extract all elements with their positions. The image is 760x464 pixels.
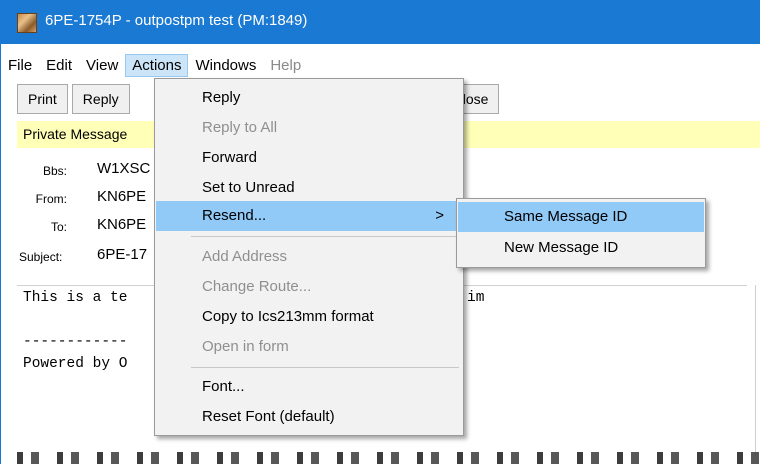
menu-bar: File Edit View Actions Windows Help	[1, 52, 760, 78]
submenu-item-label: Same Message ID	[504, 208, 628, 225]
submenu-item-same-message-id[interactable]: Same Message ID	[458, 202, 704, 232]
menu-item-label: Reset Font (default)	[202, 408, 335, 425]
to-value[interactable]: KN6PE	[97, 216, 146, 233]
menu-edit[interactable]: Edit	[39, 54, 79, 77]
menu-item-forward[interactable]: Forward	[156, 143, 462, 173]
resend-submenu: Same Message ID New Message ID	[456, 198, 706, 268]
menu-separator	[191, 367, 459, 368]
menu-windows[interactable]: Windows	[188, 54, 263, 77]
menu-item-font[interactable]: Font...	[156, 372, 462, 402]
menu-item-label: Change Route...	[202, 278, 312, 295]
scrollbar[interactable]	[755, 285, 760, 455]
menu-item-label: Reply	[202, 89, 241, 106]
menu-view[interactable]: View	[79, 54, 125, 77]
menu-item-copy-to-ics213mm[interactable]: Copy to Ics213mm format	[156, 302, 462, 332]
window-title: 6PE-1754P - outpostpm test (PM:1849)	[45, 12, 308, 29]
bbs-value[interactable]: W1XSC	[97, 160, 150, 177]
menu-file[interactable]: File	[1, 54, 39, 77]
menu-help[interactable]: Help	[263, 54, 308, 77]
menu-item-label: Forward	[202, 149, 258, 166]
menu-item-resend[interactable]: Resend... >	[156, 201, 462, 231]
print-button[interactable]: Print	[17, 84, 68, 114]
menu-item-reset-font[interactable]: Reset Font (default)	[156, 402, 462, 432]
menu-item-change-route[interactable]: Change Route...	[156, 272, 462, 302]
menu-actions[interactable]: Actions	[125, 53, 189, 77]
menu-item-label: Resend...	[202, 207, 267, 224]
menu-item-label: Add Address	[202, 248, 288, 265]
subject-value[interactable]: 6PE-17	[97, 246, 147, 263]
app-icon	[17, 13, 37, 33]
menu-item-label: Reply to All	[202, 119, 278, 136]
chevron-right-icon: >	[435, 207, 444, 224]
menu-item-label: Font...	[202, 378, 245, 395]
body-line-2: ------------	[23, 334, 128, 350]
to-label: To:	[50, 220, 67, 234]
actions-dropdown-menu: Reply Reply to All Forward Set to Unread…	[154, 78, 464, 436]
menu-item-label: Copy to Ics213mm format	[202, 308, 374, 325]
body-line-3: Powered by O	[23, 356, 128, 372]
reply-button[interactable]: Reply	[71, 84, 130, 114]
from-label: From:	[35, 192, 67, 206]
bbs-label: Bbs:	[42, 164, 67, 178]
title-bar[interactable]: 6PE-1754P - outpostpm test (PM:1849)	[1, 0, 760, 44]
body-line-1: This is a te	[23, 290, 128, 306]
menu-item-reply[interactable]: Reply	[156, 83, 462, 113]
body-line-1-tail: im	[467, 290, 485, 306]
menu-separator	[191, 236, 459, 237]
menu-item-reply-to-all[interactable]: Reply to All	[156, 113, 462, 143]
from-value[interactable]: KN6PE	[97, 188, 146, 205]
cropped-content-strip	[17, 452, 760, 464]
menu-item-set-to-unread[interactable]: Set to Unread	[156, 173, 462, 203]
menu-item-label: Set to Unread	[202, 179, 295, 196]
menu-item-label: Open in form	[202, 338, 289, 355]
menu-item-open-in-form[interactable]: Open in form	[156, 332, 462, 362]
submenu-item-new-message-id[interactable]: New Message ID	[458, 233, 704, 263]
subject-label: Subject:	[19, 250, 63, 264]
menu-item-add-address[interactable]: Add Address	[156, 242, 462, 272]
submenu-item-label: New Message ID	[504, 239, 619, 256]
